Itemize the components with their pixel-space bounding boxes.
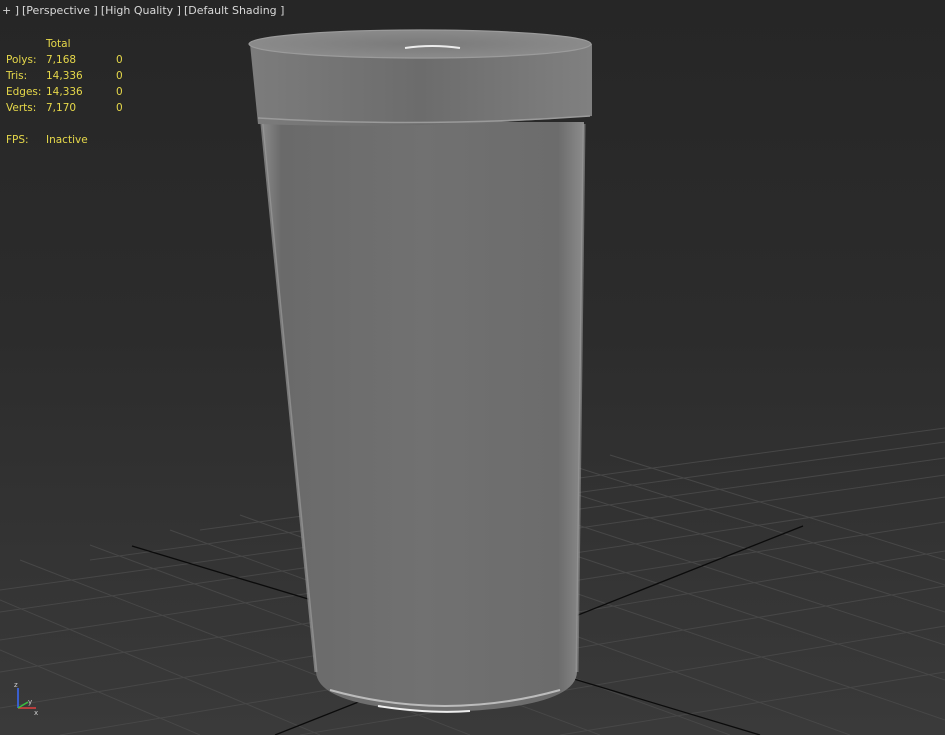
stats-row-tris: Tris: 14,336 0 [6, 68, 136, 84]
stats-row-polys: Polys: 7,168 0 [6, 52, 136, 68]
fps-value: Inactive [46, 134, 88, 146]
stats-key: Tris: [6, 70, 28, 82]
fps-key: FPS: [6, 134, 29, 146]
y-axis-line [17, 701, 29, 709]
stats-selected-value: 0 [116, 70, 123, 82]
x-axis-label: x [34, 709, 38, 717]
statistics-overlay: Total Polys: 7,168 0 Tris: 14,336 0 Edge… [6, 36, 136, 148]
perspective-viewport[interactable]: + ] [Perspective ] [High Quality ] [Defa… [0, 0, 945, 735]
stats-selected-value: 0 [116, 86, 123, 98]
z-axis-label: z [14, 681, 18, 689]
view-type-menu[interactable]: [Perspective ] [22, 4, 98, 17]
stats-header-row: Total [6, 36, 136, 52]
cup-object[interactable] [248, 29, 592, 713]
stats-total-value: 7,170 [46, 102, 77, 114]
stats-key: Edges: [6, 86, 42, 98]
stats-row-verts: Verts: 7,170 0 [6, 100, 136, 116]
stats-spacer [6, 116, 136, 132]
viewport-scene[interactable] [0, 0, 945, 735]
stats-selected-value: 0 [116, 102, 123, 114]
axis-gizmo-icon: z y x [14, 681, 38, 717]
stats-total-value: 7,168 [46, 54, 77, 66]
viewport-menu-plus[interactable]: + ] [2, 4, 19, 17]
quality-menu[interactable]: [High Quality ] [101, 4, 181, 17]
y-axis-label: y [28, 698, 32, 706]
stats-key: Verts: [6, 102, 37, 114]
stats-total-value: 14,336 [46, 86, 83, 98]
stats-selected-value: 0 [116, 54, 123, 66]
shading-menu[interactable]: [Default Shading ] [184, 4, 284, 17]
stats-key: Polys: [6, 54, 37, 66]
stats-row-fps: FPS: Inactive [6, 132, 136, 148]
viewport-label: + ] [Perspective ] [High Quality ] [Defa… [2, 4, 284, 17]
stats-row-edges: Edges: 14,336 0 [6, 84, 136, 100]
stats-total-value: 14,336 [46, 70, 83, 82]
stats-total-header: Total [46, 38, 71, 50]
